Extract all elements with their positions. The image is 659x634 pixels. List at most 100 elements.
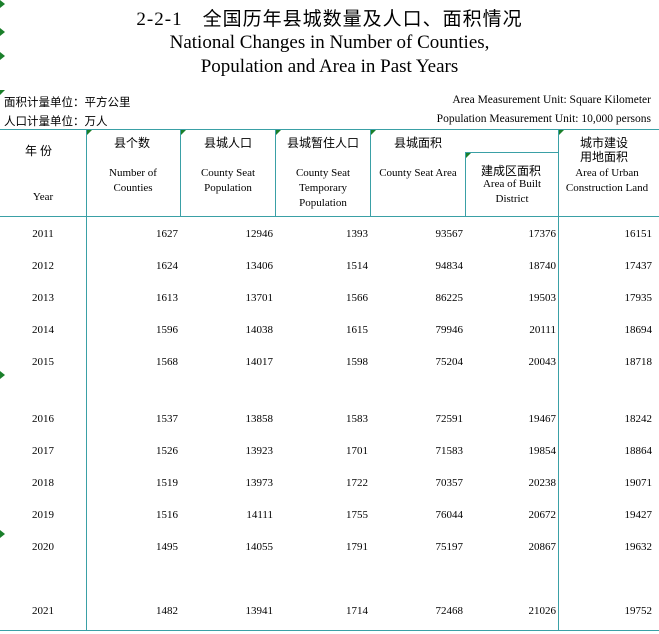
- counties-cell: 1482: [156, 605, 178, 617]
- population-cell: 12946: [245, 228, 274, 240]
- year-cell: 2016: [32, 413, 54, 425]
- urban-land-cell: 18694: [624, 324, 653, 336]
- built-district-cell: 21026: [528, 605, 557, 617]
- built-district-cell: 20043: [528, 356, 557, 368]
- county-area-cell: 86225: [435, 292, 464, 304]
- counties-header-cn: 县个数: [114, 136, 151, 150]
- population-unit-cn: 人口计量单位：万人: [4, 116, 108, 128]
- county-area-cell: 72591: [435, 413, 464, 425]
- urban-land-cell: 19752: [624, 605, 653, 617]
- built-district-cell: 17376: [528, 228, 557, 240]
- temporary-population-cell: 1722: [346, 477, 368, 489]
- temporary-population-cell: 1615: [346, 324, 368, 336]
- population-header-cn: 县城人口: [204, 136, 253, 150]
- year-cell: 2014: [32, 324, 54, 336]
- county-area-cell: 75197: [435, 541, 464, 553]
- counties-cell: 1519: [156, 477, 178, 489]
- population-cell: 14017: [245, 356, 274, 368]
- county-area-cell: 79946: [435, 324, 464, 336]
- urban-land-cell: 18718: [624, 356, 653, 368]
- column-divider: [558, 129, 559, 631]
- cell-marker: [559, 130, 564, 135]
- year-cell: 2012: [32, 260, 54, 272]
- urban-land-cell: 18242: [624, 413, 653, 425]
- urban-land-header-en: Area of Urban Construction Land: [565, 167, 649, 194]
- column-divider: [370, 129, 371, 217]
- built-district-cell: 20111: [529, 324, 556, 336]
- county-area-cell: 72468: [435, 605, 464, 617]
- row-marker: [0, 371, 5, 379]
- counties-cell: 1495: [156, 541, 178, 553]
- year-cell: 2020: [32, 541, 54, 553]
- temporary-population-cell: 1755: [346, 509, 368, 521]
- built-district-cell: 19467: [528, 413, 557, 425]
- column-divider: [180, 129, 181, 217]
- built-district-cell: 18740: [528, 260, 557, 272]
- built-district-header-en: Area of Built District: [482, 178, 542, 205]
- counties-cell: 1596: [156, 324, 178, 336]
- page-title-cn: 2-2-1 全国历年县城数量及人口、面积情况: [136, 9, 523, 30]
- year-cell: 2017: [32, 445, 54, 457]
- temporary-population-header-en: County Seat Temporary Population: [295, 167, 351, 209]
- year-cell: 2015: [32, 356, 54, 368]
- temporary-population-cell: 1514: [346, 260, 368, 272]
- cell-marker: [371, 130, 376, 135]
- population-cell: 14055: [245, 541, 274, 553]
- urban-land-cell: 17437: [624, 260, 653, 272]
- page-title-en-line1: National Changes in Number of Counties,: [169, 32, 490, 53]
- population-unit-en: Population Measurement Unit: 10,000 pers…: [436, 113, 651, 125]
- row-marker: [0, 530, 5, 538]
- population-cell: 14038: [245, 324, 274, 336]
- cell-marker: [0, 90, 5, 95]
- row-marker: [0, 52, 5, 60]
- year-cell: 2021: [32, 605, 54, 617]
- counties-header-en: Number of Counties: [109, 167, 157, 194]
- counties-cell: 1526: [156, 445, 178, 457]
- county-area-cell: 75204: [435, 356, 464, 368]
- population-cell: 13973: [245, 477, 274, 489]
- urban-land-cell: 19071: [624, 477, 653, 489]
- table-bottom-border: [0, 630, 659, 631]
- population-cell: 13923: [245, 445, 274, 457]
- column-divider: [86, 129, 87, 631]
- county-area-cell: 70357: [435, 477, 464, 489]
- year-cell: 2011: [32, 228, 54, 240]
- urban-land-cell: 19632: [624, 541, 653, 553]
- population-cell: 13701: [245, 292, 274, 304]
- cell-marker: [466, 153, 471, 158]
- counties-cell: 1624: [156, 260, 178, 272]
- urban-land-cell: 18864: [624, 445, 653, 457]
- temporary-population-cell: 1583: [346, 413, 368, 425]
- county-area-header-en: County Seat Area: [379, 167, 457, 179]
- counties-cell: 1627: [156, 228, 178, 240]
- county-area-cell: 94834: [435, 260, 464, 272]
- temporary-population-cell: 1701: [346, 445, 368, 457]
- built-district-cell: 19503: [528, 292, 557, 304]
- built-district-box-top: [465, 152, 559, 153]
- county-area-cell: 76044: [435, 509, 464, 521]
- population-header-en: County Seat Population: [200, 167, 256, 194]
- urban-land-cell: 17935: [624, 292, 653, 304]
- area-unit-cn: 面积计量单位：平方公里: [4, 97, 131, 109]
- built-district-cell: 20672: [528, 509, 557, 521]
- counties-cell: 1613: [156, 292, 178, 304]
- counties-cell: 1537: [156, 413, 178, 425]
- population-cell: 13941: [245, 605, 274, 617]
- county-area-cell: 71583: [435, 445, 464, 457]
- temporary-population-header-cn: 县城暂住人口: [287, 136, 360, 150]
- temporary-population-cell: 1566: [346, 292, 368, 304]
- temporary-population-cell: 1598: [346, 356, 368, 368]
- area-unit-en: Area Measurement Unit: Square Kilometer: [452, 94, 651, 106]
- county-area-cell: 93567: [435, 228, 464, 240]
- year-cell: 2018: [32, 477, 54, 489]
- temporary-population-cell: 1393: [346, 228, 368, 240]
- population-cell: 14111: [246, 509, 273, 521]
- urban-land-cell: 19427: [624, 509, 653, 521]
- row-marker: [0, 0, 5, 8]
- built-district-cell: 19854: [528, 445, 557, 457]
- temporary-population-cell: 1714: [346, 605, 368, 617]
- urban-land-cell: 16151: [624, 228, 653, 240]
- built-district-cell: 20867: [528, 541, 557, 553]
- cell-marker: [87, 130, 92, 135]
- built-district-cell: 20238: [528, 477, 557, 489]
